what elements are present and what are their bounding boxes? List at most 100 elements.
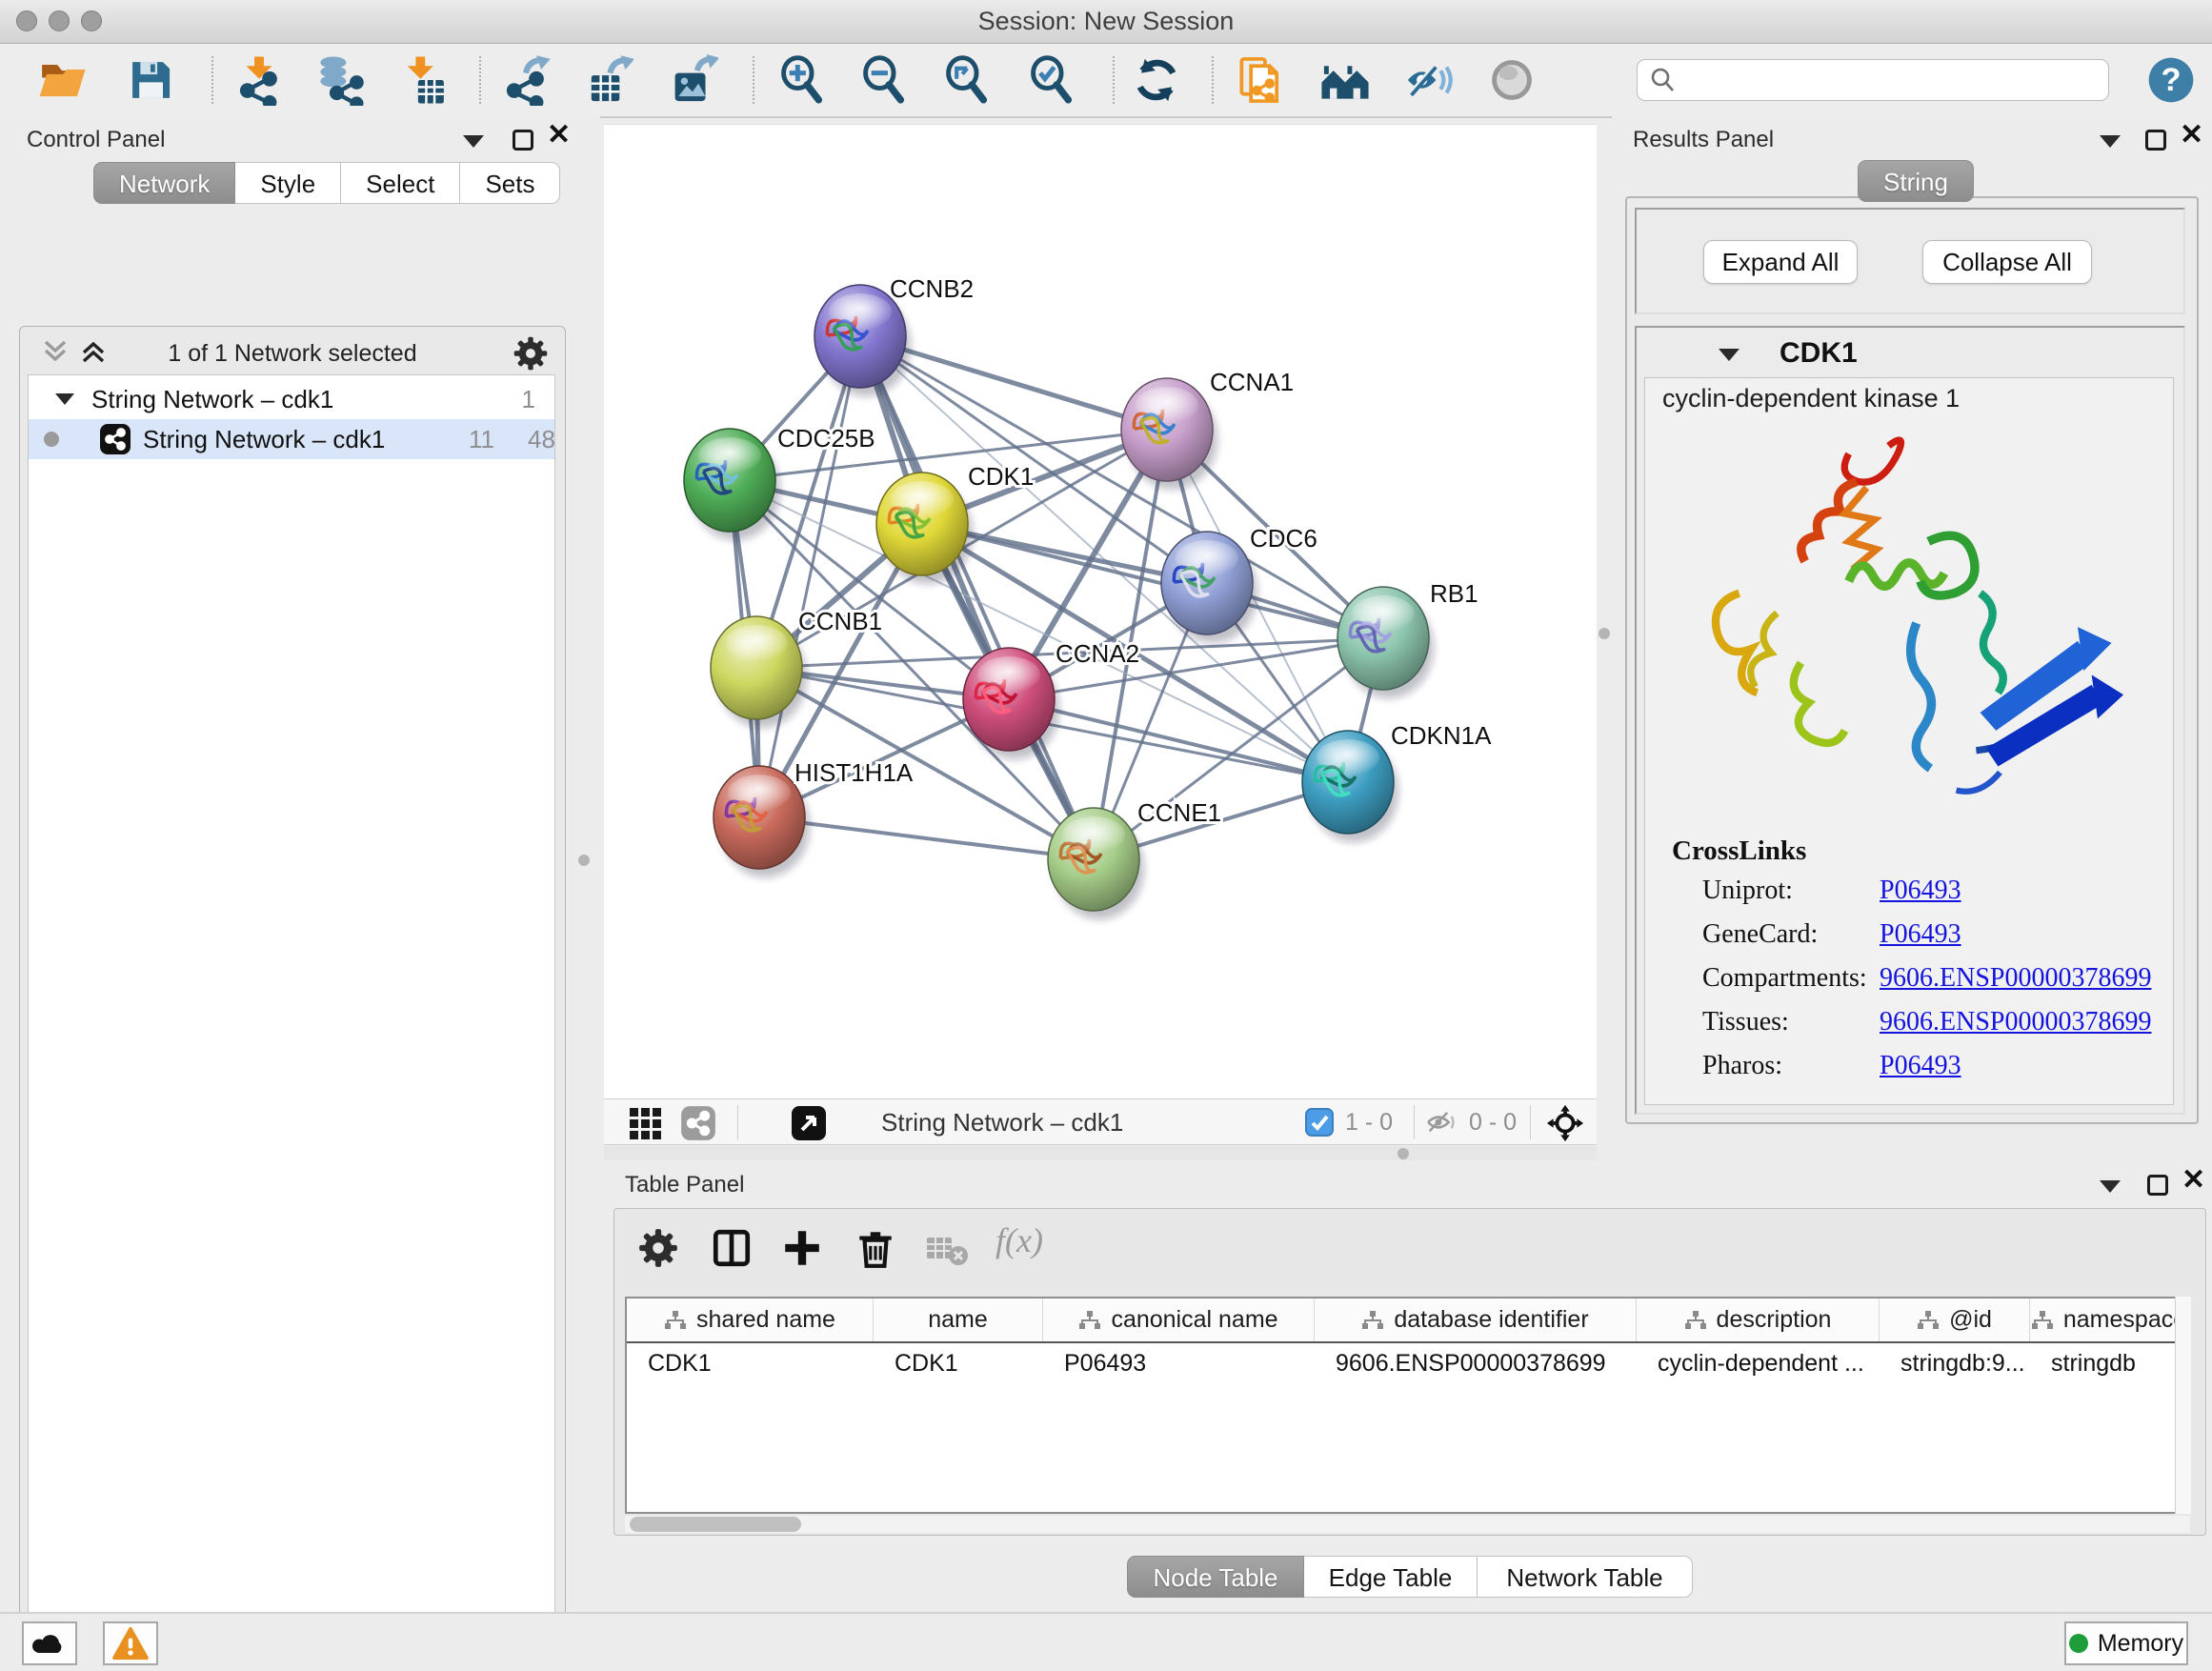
function-builder-button[interactable]: f(x)	[995, 1220, 1043, 1260]
network-node-CDC6[interactable]	[1161, 532, 1257, 643]
column-header-database-identifier[interactable]: database identifier	[1315, 1299, 1637, 1341]
tab-network-table[interactable]: Network Table	[1478, 1556, 1693, 1598]
collapse-all-button[interactable]: Collapse All	[1922, 240, 2092, 284]
table-row[interactable]: CDK1CDK1P064939606.ENSP00000378699cyclin…	[627, 1343, 2188, 1383]
network-node-CDK1[interactable]	[876, 473, 973, 584]
warning-status-button[interactable]	[103, 1621, 158, 1665]
crosslink-link[interactable]: P06493	[1880, 1051, 1961, 1081]
delete-column-icon[interactable]	[854, 1226, 897, 1270]
tab-edge-table[interactable]: Edge Table	[1304, 1556, 1478, 1598]
apply-layout-button[interactable]	[1129, 51, 1184, 109]
crosslink-link[interactable]: P06493	[1880, 919, 1961, 950]
tab-select[interactable]: Select	[341, 162, 460, 204]
left-splitter-handle[interactable]	[578, 855, 590, 866]
table-cell[interactable]: 9606.ENSP00000378699	[1315, 1343, 1637, 1383]
expand-all-button[interactable]: Expand All	[1703, 240, 1858, 284]
open-session-button[interactable]	[34, 51, 90, 109]
horizontal-scrollbar[interactable]	[625, 1516, 2190, 1533]
panel-menu-icon[interactable]	[2100, 1180, 2121, 1193]
export-image-button[interactable]	[665, 51, 720, 109]
tab-style[interactable]: Style	[235, 162, 341, 204]
zoom-in-button[interactable]	[774, 51, 829, 109]
network-row[interactable]: String Network – cdk1 11 48	[29, 419, 554, 459]
table-cell[interactable]: stringdb	[2030, 1343, 2188, 1383]
network-node-RB1[interactable]	[1337, 587, 1434, 698]
selected-checkbox-icon[interactable]	[1305, 1108, 1334, 1137]
zoom-fit-button[interactable]	[938, 51, 994, 109]
network-canvas[interactable]: CCNB2CCNA1CDC25BCDK1CDC6RB1CCNB1CCNA2CDK…	[604, 124, 1597, 1099]
crosslink-link[interactable]: 9606.ENSP00000378699	[1880, 963, 2151, 994]
network-node-CDC25B[interactable]	[684, 429, 780, 540]
close-panel-icon[interactable]: ✕	[2182, 1163, 2205, 1197]
table-cell[interactable]: P06493	[1043, 1343, 1315, 1383]
export-network-button[interactable]	[498, 51, 553, 109]
float-panel-icon[interactable]	[2147, 1175, 2168, 1196]
network-node-CCNA1[interactable]	[1121, 378, 1217, 490]
panel-menu-icon[interactable]	[2100, 135, 2121, 148]
close-panel-icon[interactable]: ✕	[2180, 118, 2203, 151]
table-cell[interactable]: CDK1	[627, 1343, 874, 1383]
help-button[interactable]: ?	[2143, 51, 2199, 109]
network-node-CCNA2[interactable]	[963, 648, 1059, 759]
hide-panels-button[interactable]	[1401, 51, 1457, 109]
toolbar-separator	[1113, 56, 1115, 104]
network-node-CCNE1[interactable]	[1048, 808, 1144, 919]
birdseye-view-icon[interactable]	[791, 1105, 827, 1141]
column-header-name[interactable]: name	[874, 1299, 1043, 1341]
selected-count: 1 - 0	[1345, 1109, 1393, 1137]
show-panels-button[interactable]	[1484, 51, 1539, 109]
add-column-icon[interactable]	[780, 1226, 824, 1270]
horizontal-splitter[interactable]	[604, 1146, 1597, 1160]
collection-collapse-icon[interactable]	[55, 393, 74, 405]
close-panel-icon[interactable]: ✕	[547, 118, 571, 151]
column-header--id[interactable]: @id	[1880, 1299, 2030, 1341]
network-node-CDKN1A[interactable]	[1302, 731, 1398, 842]
column-header-shared-name[interactable]: shared name	[627, 1299, 874, 1341]
panel-menu-icon[interactable]	[463, 135, 484, 148]
tab-sets[interactable]: Sets	[460, 162, 560, 204]
vertical-scrollbar[interactable]	[2175, 1297, 2191, 1514]
crosslink-link[interactable]: 9606.ENSP00000378699	[1880, 1007, 2151, 1037]
gene-collapse-icon[interactable]	[1719, 349, 1739, 361]
table-cell[interactable]: CDK1	[874, 1343, 1043, 1383]
tab-string[interactable]: String	[1858, 160, 1974, 202]
column-header-canonical-name[interactable]: canonical name	[1043, 1299, 1315, 1341]
gear-icon[interactable]	[636, 1226, 680, 1270]
grid-view-icon[interactable]	[629, 1107, 663, 1139]
tab-network[interactable]: Network	[93, 162, 235, 204]
cloud-status-button[interactable]	[22, 1621, 77, 1665]
network-edge-CCNB2-HIST1H1A[interactable]	[759, 336, 860, 817]
search-input[interactable]	[1676, 66, 2080, 94]
gear-icon[interactable]	[512, 334, 550, 372]
search-field[interactable]	[1637, 59, 2109, 101]
column-header-description[interactable]: description	[1637, 1299, 1880, 1341]
float-panel-icon[interactable]	[2145, 130, 2166, 151]
float-panel-icon[interactable]	[513, 130, 533, 151]
network-graph[interactable]: CCNB2CCNA1CDC25BCDK1CDC6RB1CCNB1CCNA2CDK…	[604, 125, 1597, 1099]
export-image-icon	[667, 54, 718, 106]
hidden-eye-icon[interactable]	[1425, 1109, 1458, 1136]
crosslink-link[interactable]: P06493	[1880, 876, 1961, 906]
right-splitter-handle[interactable]	[1599, 628, 1610, 639]
import-network-database-button[interactable]	[312, 51, 367, 109]
save-session-button[interactable]	[123, 51, 178, 109]
delete-table-icon[interactable]	[925, 1230, 969, 1268]
memory-button[interactable]: Memory	[2064, 1621, 2188, 1665]
zoom-out-button[interactable]	[855, 51, 911, 109]
table-cell[interactable]: stringdb:9...	[1880, 1343, 2030, 1383]
zoom-selected-button[interactable]	[1023, 51, 1078, 109]
network-collection-row[interactable]: String Network – cdk1 1	[29, 379, 554, 419]
tab-node-table[interactable]: Node Table	[1127, 1556, 1304, 1598]
network-share-gray-icon[interactable]	[680, 1105, 716, 1141]
home-button[interactable]	[1317, 51, 1373, 109]
show-columns-icon[interactable]	[710, 1226, 754, 1270]
column-header-namespace[interactable]: namespace	[2030, 1299, 2188, 1341]
scrollbar-thumb[interactable]	[630, 1517, 801, 1532]
crosshair-icon[interactable]	[1545, 1103, 1585, 1143]
zoom-out-icon	[857, 54, 909, 106]
string-protein-query-button[interactable]	[1233, 51, 1288, 109]
import-network-file-button[interactable]	[231, 51, 287, 109]
import-table-file-button[interactable]	[396, 51, 452, 109]
export-table-button[interactable]	[580, 51, 635, 109]
table-cell[interactable]: cyclin-dependent ...	[1637, 1343, 1880, 1383]
